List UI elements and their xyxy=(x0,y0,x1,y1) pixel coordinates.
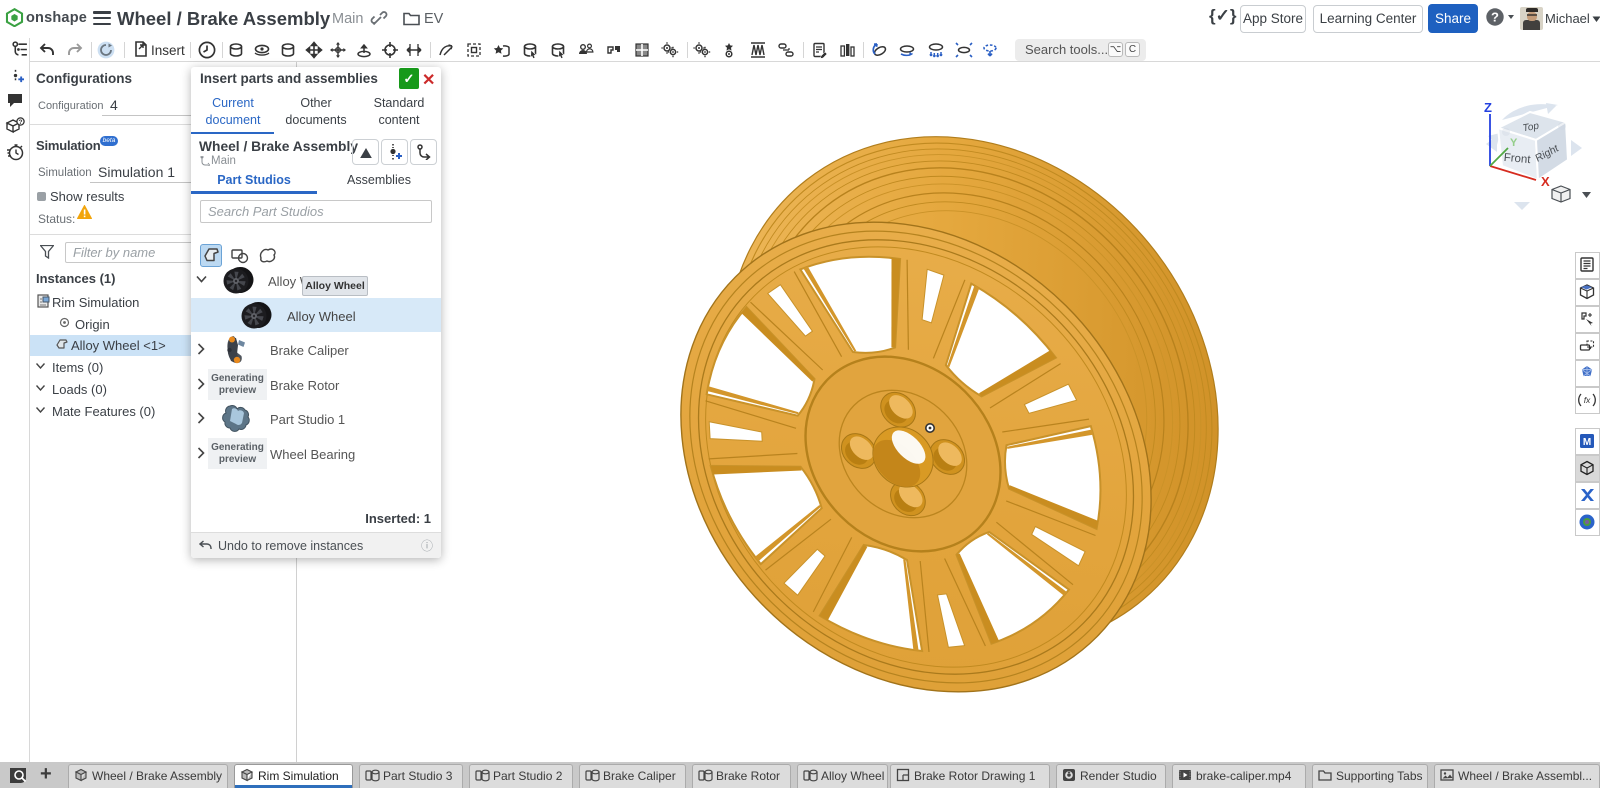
svg-text:?: ? xyxy=(19,119,23,126)
svg-text:M: M xyxy=(1583,437,1591,448)
svg-text:?: ? xyxy=(1491,10,1499,25)
svg-text:Z: Z xyxy=(1484,102,1492,115)
svg-text:fx: fx xyxy=(1584,395,1591,405)
svg-text:X: X xyxy=(1541,174,1550,189)
svg-text:Front: Front xyxy=(1503,152,1532,166)
svg-text:Y: Y xyxy=(1510,137,1518,149)
